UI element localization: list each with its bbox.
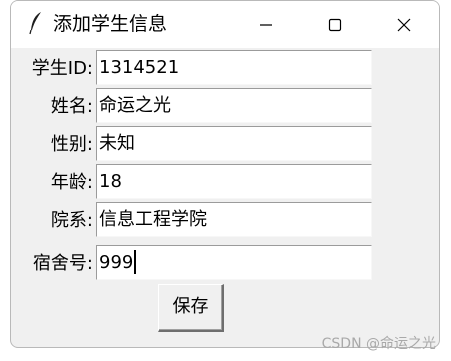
- window-title: 添加学生信息: [53, 13, 168, 35]
- close-icon: [397, 18, 411, 31]
- row-dorm: 宿舍号: 999: [11, 244, 372, 280]
- minimize-icon: [260, 23, 272, 26]
- minimize-button[interactable]: [243, 1, 289, 48]
- name-label: 姓名:: [50, 96, 93, 117]
- row-name: 姓名: 命运之光: [11, 87, 372, 123]
- watermark: CSDN @命运之光: [321, 336, 436, 352]
- save-button[interactable]: 保存: [158, 284, 224, 332]
- maximize-icon: [328, 18, 342, 31]
- row-age: 年龄: 18: [11, 163, 372, 199]
- close-button[interactable]: [381, 1, 427, 48]
- app-window: 添加学生信息 学生ID: 1314521 姓名: 命运之光 性别: 未知 年龄:…: [10, 0, 440, 348]
- title-bar[interactable]: 添加学生信息: [11, 1, 439, 48]
- dorm-field[interactable]: 999: [96, 245, 372, 280]
- feather-icon: [29, 12, 41, 35]
- age-label: 年龄:: [50, 172, 93, 193]
- department-field[interactable]: 信息工程学院: [96, 202, 372, 237]
- row-student-id: 学生ID: 1314521: [11, 49, 372, 85]
- name-field[interactable]: 命运之光: [96, 88, 372, 123]
- age-field[interactable]: 18: [96, 164, 372, 199]
- student-id-label: 学生ID:: [31, 58, 93, 79]
- text-caret: [134, 249, 137, 274]
- row-department: 院系: 信息工程学院: [11, 201, 372, 237]
- gender-field[interactable]: 未知: [96, 126, 372, 161]
- maximize-button[interactable]: [312, 1, 358, 48]
- student-id-field[interactable]: 1314521: [96, 50, 372, 85]
- dorm-value: 999: [99, 252, 134, 273]
- row-gender: 性别: 未知: [11, 125, 372, 161]
- department-label: 院系:: [50, 210, 93, 231]
- dorm-label: 宿舍号:: [32, 253, 93, 274]
- gender-label: 性别:: [50, 134, 93, 155]
